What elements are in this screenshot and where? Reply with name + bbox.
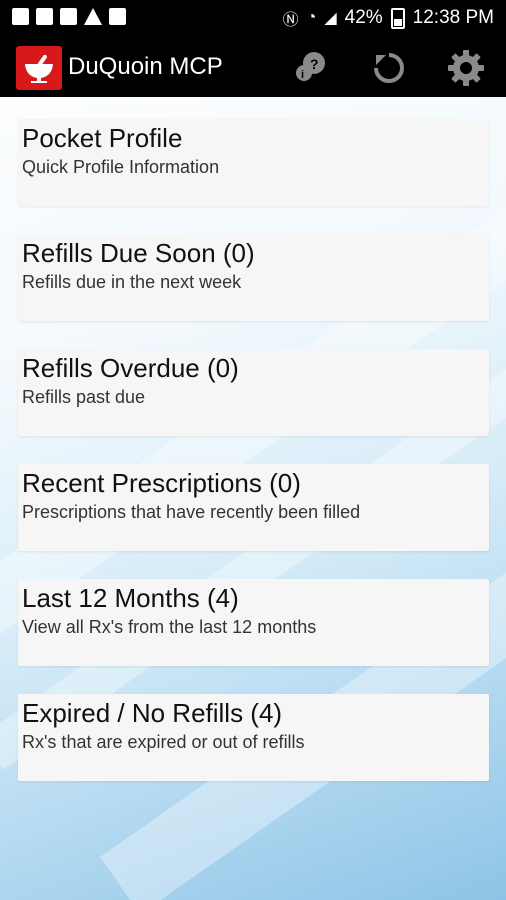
signal-icon: ◢ (324, 10, 337, 27)
app-logo (16, 46, 62, 90)
system-icons: Ⓝ ◔ ◢ 42% 12:38 PM (283, 6, 494, 30)
svg-text:?: ? (310, 56, 319, 72)
notification-icons (12, 8, 126, 25)
settings-button[interactable] (447, 49, 485, 87)
app-title: DuQuoin MCP (68, 53, 223, 80)
card-pocket-profile[interactable]: Pocket Profile Quick Profile Information (18, 119, 489, 206)
card-title: Recent Prescriptions (0) (22, 468, 301, 498)
mortar-pestle-icon (25, 54, 53, 83)
refresh-button[interactable] (370, 49, 408, 87)
card-subtitle: Rx's that are expired or out of refills (22, 732, 305, 752)
battery-icon (390, 7, 405, 29)
card-title: Pocket Profile (22, 123, 183, 153)
card-subtitle: View all Rx's from the last 12 months (22, 617, 317, 637)
card-subtitle: Quick Profile Information (22, 157, 220, 177)
battery-percent: 42% (344, 7, 383, 28)
gallery-icon (12, 8, 29, 25)
card-recent-prescriptions[interactable]: Recent Prescriptions (0) Prescriptions t… (18, 464, 489, 551)
card-subtitle: Refills past due (22, 387, 146, 407)
card-refills-due-soon[interactable]: Refills Due Soon (0) Refills due in the … (18, 234, 489, 321)
card-title: Expired / No Refills (4) (22, 698, 283, 728)
flipboard-icon (36, 8, 53, 25)
clock: 12:38 PM (412, 7, 494, 28)
card-subtitle: Refills due in the next week (22, 272, 242, 292)
card-subtitle: Prescriptions that have recently been fi… (22, 502, 361, 522)
rx-icon (109, 8, 126, 25)
svg-text:i: i (301, 69, 304, 81)
settings-icon (448, 50, 484, 86)
app-bar: DuQuoin MCP ? i (0, 36, 506, 97)
wifi-icon: ◔ (306, 9, 317, 26)
help-icon: ? i (296, 52, 325, 81)
card-refills-overdue[interactable]: Refills Overdue (0) Refills past due (18, 349, 489, 436)
card-title: Last 12 Months (4) (22, 583, 239, 613)
card-expired-no-refills[interactable]: Expired / No Refills (4) Rx's that are e… (18, 694, 489, 781)
status-bar: Ⓝ ◔ ◢ 42% 12:38 PM (0, 0, 506, 36)
flipboard-icon (60, 8, 77, 25)
nfc-icon: Ⓝ (282, 12, 299, 29)
refresh-icon (374, 53, 404, 83)
card-title: Refills Overdue (0) (22, 353, 239, 383)
card-title: Refills Due Soon (0) (22, 238, 255, 268)
help-button[interactable]: ? i (292, 49, 330, 87)
warning-icon (84, 8, 102, 25)
card-last-12-months[interactable]: Last 12 Months (4) View all Rx's from th… (18, 579, 489, 666)
